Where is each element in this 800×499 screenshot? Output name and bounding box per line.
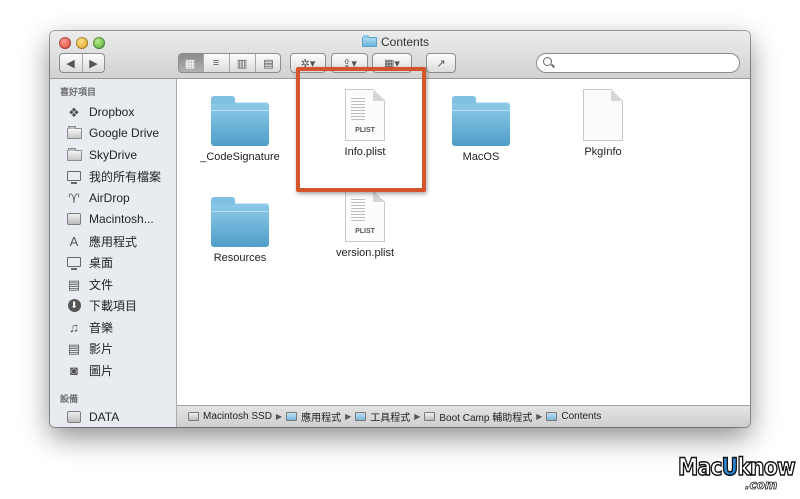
bootcamp-icon bbox=[424, 412, 436, 421]
back-button[interactable]: ◀ bbox=[60, 54, 83, 72]
folder-icon bbox=[286, 412, 298, 421]
file-name: version.plist bbox=[335, 247, 395, 259]
document-icon bbox=[583, 89, 623, 141]
file-item[interactable]: Resources bbox=[185, 197, 295, 264]
documents-icon: ▤ bbox=[67, 276, 81, 292]
sidebar-item-airdrop[interactable]: ♈ AirDrop bbox=[66, 188, 130, 208]
path-separator: ▶ bbox=[345, 412, 352, 421]
sidebar-item-pictures[interactable]: ◙ 圖片 bbox=[66, 360, 113, 380]
airdrop-icon: ♈ bbox=[68, 190, 80, 206]
sidebar: 喜好項目 ❖ Dropbox Google Drive SkyDrive 我的所… bbox=[50, 79, 177, 427]
sidebar-item-label: 應用程式 bbox=[89, 234, 138, 249]
sidebar-item-label: DATA bbox=[89, 410, 120, 424]
path-segment[interactable]: 應用程式 bbox=[301, 409, 341, 424]
file-name: MacOS bbox=[462, 151, 500, 163]
folder-icon bbox=[452, 96, 510, 146]
sidebar-item-documents[interactable]: ▤ 文件 bbox=[66, 274, 113, 294]
sidebar-item-data[interactable]: DATA bbox=[66, 407, 119, 427]
sidebar-header-devices: 設備 bbox=[60, 394, 79, 404]
sidebar-item-all-files[interactable]: 我的所有檔案 bbox=[66, 166, 161, 186]
search-input[interactable] bbox=[557, 56, 735, 70]
file-name: PkgInfo bbox=[584, 146, 622, 158]
folder-icon bbox=[211, 96, 269, 146]
downloads-icon: ⬇ bbox=[67, 298, 81, 312]
window-title-text: Contents bbox=[381, 35, 430, 49]
watermark-domain: .com bbox=[745, 478, 778, 493]
folder-icon bbox=[66, 125, 82, 139]
sidebar-item-skydrive[interactable]: SkyDrive bbox=[66, 145, 137, 165]
forward-button[interactable]: ▶ bbox=[83, 54, 105, 72]
disk-icon bbox=[67, 411, 81, 423]
sidebar-item-label: 桌面 bbox=[89, 255, 114, 270]
path-separator: ▶ bbox=[275, 412, 283, 421]
search-field[interactable] bbox=[536, 53, 740, 73]
sidebar-header-favorites: 喜好項目 bbox=[60, 87, 97, 97]
file-item[interactable]: PLIST version.plist bbox=[310, 190, 420, 259]
file-name: Resources bbox=[213, 252, 267, 264]
column-view-button[interactable]: ▥ bbox=[230, 54, 256, 72]
close-button[interactable] bbox=[59, 37, 71, 49]
sidebar-item-label: SkyDrive bbox=[89, 148, 138, 162]
view-switcher: ▦ ≡ ▥ ▤ bbox=[178, 53, 281, 73]
window-title: Contents bbox=[362, 35, 429, 49]
path-separator: ▶ bbox=[414, 412, 421, 421]
sidebar-item-label: AirDrop bbox=[89, 191, 130, 205]
plist-file-icon: PLIST bbox=[345, 190, 385, 242]
sidebar-item-label: 影片 bbox=[89, 341, 114, 356]
sidebar-item-label: 我的所有檔案 bbox=[89, 169, 162, 184]
sidebar-item-label: 圖片 bbox=[89, 363, 114, 378]
list-view-button[interactable]: ≡ bbox=[204, 54, 230, 72]
applications-icon: A bbox=[69, 233, 79, 249]
movies-icon: ▤ bbox=[67, 340, 81, 356]
sidebar-item-music[interactable]: ♫ 音樂 bbox=[66, 317, 113, 337]
sidebar-item-google-drive[interactable]: Google Drive bbox=[66, 123, 159, 143]
disk-icon bbox=[67, 213, 81, 225]
folder-icon bbox=[66, 147, 82, 161]
desktop-icon bbox=[67, 257, 81, 270]
file-browser: _CodeSignature PLIST Info.plist MacOS Pk… bbox=[177, 79, 750, 405]
sidebar-item-desktop[interactable]: 桌面 bbox=[66, 252, 113, 272]
highlight-box bbox=[296, 67, 426, 192]
all-files-icon bbox=[67, 171, 81, 184]
path-bar: Macintosh SSD ▶ 應用程式 ▶ 工具程式 ▶ Boot Camp … bbox=[177, 405, 750, 427]
folder-icon bbox=[362, 35, 377, 47]
pictures-icon: ◙ bbox=[70, 362, 78, 378]
file-item[interactable]: _CodeSignature bbox=[185, 96, 295, 163]
sidebar-item-label: 音樂 bbox=[89, 320, 114, 335]
share-button[interactable]: ↗ bbox=[426, 53, 456, 73]
sidebar-item-dropbox[interactable]: ❖ Dropbox bbox=[66, 102, 134, 122]
icon-view-button[interactable]: ▦ bbox=[179, 54, 204, 72]
folder-icon bbox=[355, 412, 367, 421]
share-icon: ↗ bbox=[436, 57, 446, 70]
sidebar-item-movies[interactable]: ▤ 影片 bbox=[66, 338, 113, 358]
file-name: _CodeSignature bbox=[200, 151, 280, 163]
disk-icon bbox=[188, 412, 199, 421]
search-icon bbox=[543, 57, 552, 66]
file-item[interactable]: MacOS bbox=[426, 96, 536, 163]
sidebar-item-label: Google Drive bbox=[89, 126, 160, 140]
path-segment[interactable]: Contents bbox=[561, 411, 601, 422]
sidebar-item-macintosh[interactable]: Macintosh... bbox=[66, 209, 154, 229]
folder-icon bbox=[211, 197, 269, 247]
sidebar-item-label: 下載項目 bbox=[89, 298, 138, 313]
file-item[interactable]: PkgInfo bbox=[548, 89, 658, 158]
watermark-logo: MacUknow bbox=[677, 452, 796, 482]
back-forward-control: ◀ ▶ bbox=[59, 53, 105, 73]
sidebar-item-label: 文件 bbox=[89, 277, 114, 292]
path-segment[interactable]: Macintosh SSD bbox=[203, 411, 272, 422]
music-icon: ♫ bbox=[69, 319, 79, 335]
zoom-button[interactable] bbox=[93, 37, 105, 49]
sidebar-item-applications[interactable]: A 應用程式 bbox=[66, 231, 137, 251]
file-type-tag: PLIST bbox=[355, 228, 375, 235]
dropbox-icon: ❖ bbox=[68, 104, 80, 120]
sidebar-item-label: Dropbox bbox=[89, 105, 135, 119]
sidebar-item-label: Macintosh... bbox=[89, 212, 154, 226]
folder-icon bbox=[546, 412, 558, 421]
minimize-button[interactable] bbox=[76, 37, 88, 49]
coverflow-view-button[interactable]: ▤ bbox=[256, 54, 281, 72]
sidebar-item-downloads[interactable]: ⬇ 下載項目 bbox=[66, 295, 137, 315]
path-separator: ▶ bbox=[536, 412, 543, 421]
path-segment[interactable]: 工具程式 bbox=[370, 409, 410, 424]
path-segment[interactable]: Boot Camp 輔助程式 bbox=[439, 409, 532, 424]
